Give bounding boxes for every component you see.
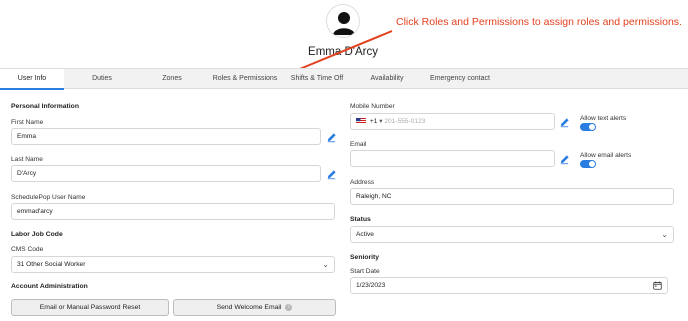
tab-roles-permissions[interactable]: Roles & Permissions xyxy=(204,69,286,89)
tab-emergency-contact[interactable]: Emergency contact xyxy=(422,69,498,89)
pencil-icon[interactable] xyxy=(326,132,337,143)
pencil-icon[interactable] xyxy=(559,117,570,128)
send-welcome-email-label: Send Welcome Email xyxy=(216,304,282,311)
us-flag-icon xyxy=(356,118,366,125)
account-admin-heading: Account Administration xyxy=(11,283,88,290)
seniority-heading: Seniority xyxy=(350,254,380,261)
status-heading: Status xyxy=(350,216,371,223)
first-name-field[interactable]: Emma xyxy=(11,128,321,145)
tab-bar: User Info Duties Zones Roles & Permissio… xyxy=(0,68,688,90)
mobile-number-label: Mobile Number xyxy=(350,103,395,110)
profile-header: Emma D'Arcy Click Roles and Permissions … xyxy=(0,0,688,68)
tab-availability[interactable]: Availability xyxy=(356,69,418,89)
address-label: Address xyxy=(350,179,375,186)
password-reset-button[interactable]: Email or Manual Password Reset xyxy=(11,299,169,316)
address-value: Raleigh, NC xyxy=(356,193,392,200)
tab-zones[interactable]: Zones xyxy=(140,69,204,89)
personal-info-heading: Personal Information xyxy=(11,103,79,110)
mobile-number-field[interactable]: +1 ▾ 201-555-0123 xyxy=(350,113,555,130)
first-name-value: Emma xyxy=(17,133,37,140)
username-field[interactable]: emmad'arcy xyxy=(11,203,335,220)
start-date-field[interactable]: 1/23/2023 xyxy=(350,277,668,294)
mobile-placeholder: 201-555-0123 xyxy=(384,118,426,125)
user-name: Emma D'Arcy xyxy=(308,46,378,58)
calendar-icon[interactable] xyxy=(653,281,662,290)
chevron-down-icon: ⌄ xyxy=(322,260,329,269)
cms-code-select[interactable]: 31 Other Social Worker ⌄ xyxy=(11,256,335,273)
cms-code-value: 31 Other Social Worker xyxy=(17,261,86,268)
avatar-icon xyxy=(327,5,359,37)
email-label: Email xyxy=(350,141,367,148)
address-field[interactable]: Raleigh, NC xyxy=(350,188,674,205)
pencil-icon[interactable] xyxy=(326,169,337,180)
text-alerts-label: Allow text alerts xyxy=(580,115,627,122)
cms-code-label: CMS Code xyxy=(11,246,44,253)
username-value: emmad'arcy xyxy=(17,208,53,215)
country-code[interactable]: +1 xyxy=(370,118,378,125)
last-name-field[interactable]: D'Arcy xyxy=(11,165,321,182)
email-alerts-toggle[interactable] xyxy=(580,160,596,168)
username-label: SchedulePop User Name xyxy=(11,194,86,201)
pencil-icon[interactable] xyxy=(559,154,570,165)
tab-user-info[interactable]: User Info xyxy=(0,69,64,90)
text-alerts-toggle[interactable] xyxy=(580,123,596,131)
chevron-down-icon: ⌄ xyxy=(661,230,668,239)
avatar[interactable] xyxy=(326,4,360,38)
last-name-value: D'Arcy xyxy=(17,170,37,177)
info-icon[interactable]: i xyxy=(285,303,293,311)
last-name-label: Last Name xyxy=(11,156,43,163)
instruction-annotation: Click Roles and Permissions to assign ro… xyxy=(396,16,682,28)
start-date-label: Start Date xyxy=(350,268,380,275)
send-welcome-email-button[interactable]: Send Welcome Email i xyxy=(173,299,336,316)
labor-job-code-heading: Labor Job Code xyxy=(11,231,63,238)
email-alerts-label: Allow email alerts xyxy=(580,152,632,159)
first-name-label: First Name xyxy=(11,119,44,126)
email-field[interactable] xyxy=(350,150,555,167)
status-value: Active xyxy=(356,231,374,238)
status-select[interactable]: Active ⌄ xyxy=(350,226,674,243)
tab-shifts-time-off[interactable]: Shifts & Time Off xyxy=(286,69,348,89)
tab-duties[interactable]: Duties xyxy=(64,69,140,89)
start-date-value: 1/23/2023 xyxy=(356,282,386,289)
